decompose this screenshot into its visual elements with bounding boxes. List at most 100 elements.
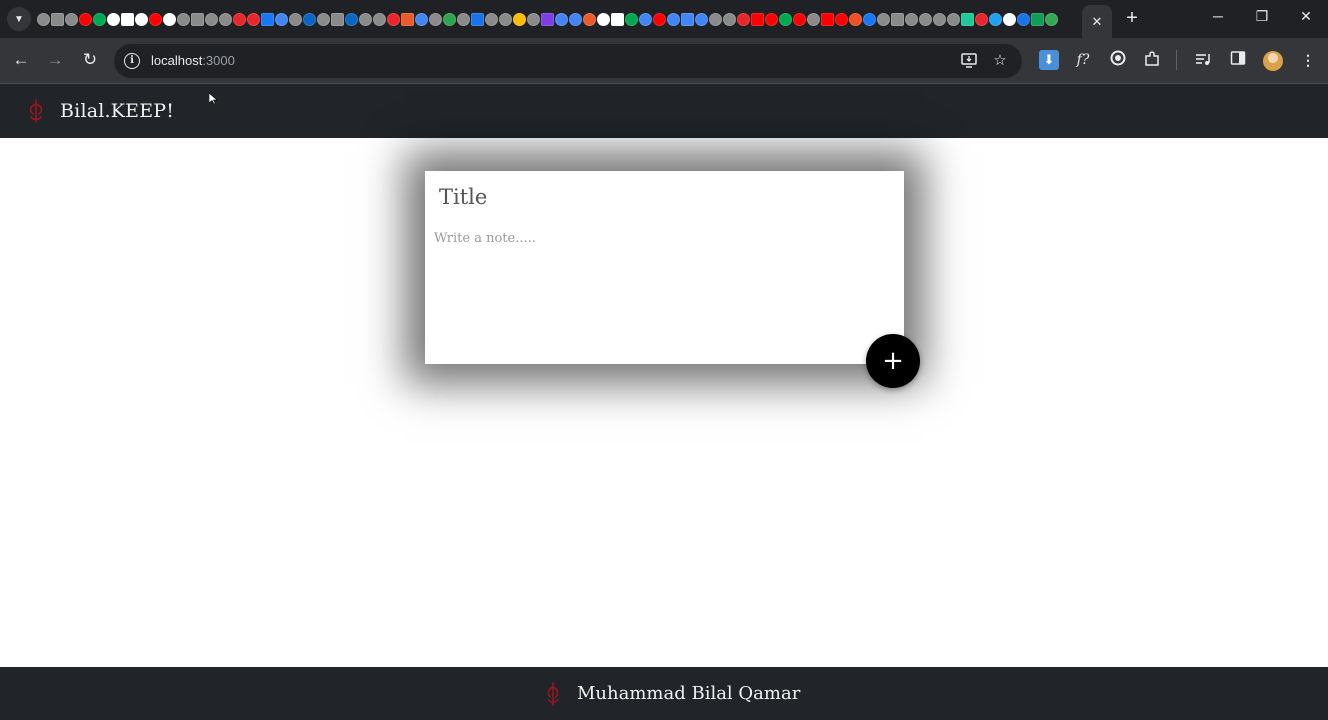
pinned-tab-favicons[interactable]: [37, 11, 1079, 27]
minimize-button[interactable]: ─: [1208, 8, 1228, 24]
restore-button[interactable]: ❐: [1252, 8, 1272, 25]
address-bar[interactable]: i localhost:3000 ☆: [114, 44, 1022, 78]
font-finder-icon[interactable]: f?: [1073, 50, 1093, 70]
pinned-tab-favicon[interactable]: [569, 12, 582, 26]
pinned-tab-favicon[interactable]: [821, 12, 834, 26]
pinned-tab-favicon[interactable]: [135, 12, 148, 26]
pinned-tab-favicon[interactable]: [79, 12, 92, 26]
window-close-button[interactable]: ✕: [1296, 8, 1316, 25]
pinned-tab-favicon[interactable]: [527, 12, 540, 26]
pinned-tab-favicon[interactable]: [289, 12, 302, 26]
pinned-tab-favicon[interactable]: [471, 12, 484, 26]
pinned-tab-favicon[interactable]: [429, 12, 442, 26]
pinned-tab-favicon[interactable]: [359, 12, 372, 26]
pinned-tab-favicon[interactable]: [331, 12, 344, 26]
note-title-input[interactable]: [439, 181, 879, 213]
pinned-tab-favicon[interactable]: [1031, 12, 1044, 26]
pinned-tab-favicon[interactable]: [737, 12, 750, 26]
forward-button[interactable]: →: [44, 49, 66, 71]
pinned-tab-favicon[interactable]: [107, 12, 120, 26]
pinned-tab-favicon[interactable]: [541, 12, 554, 26]
pinned-tab-favicon[interactable]: [303, 12, 316, 26]
pinned-tab-favicon[interactable]: [121, 12, 134, 26]
pinned-tab-favicon[interactable]: [779, 12, 792, 26]
pinned-tab-favicon[interactable]: [681, 12, 694, 26]
pinned-tab-favicon[interactable]: [793, 12, 806, 26]
install-app-icon[interactable]: [959, 51, 979, 71]
pinned-tab-favicon[interactable]: [457, 12, 470, 26]
pinned-tab-favicon[interactable]: [555, 12, 568, 26]
pinned-tab-favicon[interactable]: [485, 12, 498, 26]
pinned-tab-favicon[interactable]: [765, 12, 778, 26]
menu-kebab-icon[interactable]: ⋮: [1298, 50, 1318, 70]
url-text[interactable]: localhost:3000: [151, 53, 235, 68]
download-helper-icon[interactable]: ⬇: [1039, 50, 1059, 70]
pinned-tab-favicon[interactable]: [891, 12, 904, 26]
pinned-tab-favicon[interactable]: [905, 12, 918, 26]
profile-avatar[interactable]: [1263, 51, 1283, 71]
pinned-tab-favicon[interactable]: [177, 12, 190, 26]
pinned-tab-favicon[interactable]: [387, 12, 400, 26]
reload-button[interactable]: ↻: [79, 49, 101, 71]
pinned-tab-favicon[interactable]: [65, 12, 78, 26]
pinned-tab-favicon[interactable]: [205, 12, 218, 26]
pinned-tab-favicon[interactable]: [1003, 12, 1016, 26]
pinned-tab-favicon[interactable]: [947, 12, 960, 26]
pinned-tab-favicon[interactable]: [317, 12, 330, 26]
tab-close-icon[interactable]: ✕: [1092, 14, 1103, 30]
brand-title[interactable]: Bilal.KEEP!: [60, 98, 174, 124]
active-tab[interactable]: ✕: [1082, 5, 1112, 38]
pinned-tab-favicon[interactable]: [751, 12, 764, 26]
pinned-tab-favicon[interactable]: [261, 12, 274, 26]
pinned-tab-favicon[interactable]: [163, 12, 176, 26]
pinned-tab-favicon[interactable]: [639, 12, 652, 26]
pinned-tab-favicon[interactable]: [233, 12, 246, 26]
pinned-tab-favicon[interactable]: [919, 12, 932, 26]
site-info-icon[interactable]: i: [124, 53, 140, 69]
pinned-tab-favicon[interactable]: [807, 12, 820, 26]
pinned-tab-favicon[interactable]: [653, 12, 666, 26]
pinned-tab-favicon[interactable]: [835, 12, 848, 26]
back-button[interactable]: ←: [10, 49, 32, 71]
pinned-tab-favicon[interactable]: [989, 12, 1002, 26]
pinned-tab-favicon[interactable]: [877, 12, 890, 26]
pinned-tab-favicon[interactable]: [247, 12, 260, 26]
pinned-tab-favicon[interactable]: [1017, 12, 1030, 26]
pinned-tab-favicon[interactable]: [401, 12, 414, 26]
pinned-tab-favicon[interactable]: [191, 12, 204, 26]
pinned-tab-favicon[interactable]: [219, 12, 232, 26]
add-note-button[interactable]: +: [866, 334, 920, 388]
tab-search-button[interactable]: ▼: [7, 7, 31, 31]
media-control-icon[interactable]: [1193, 50, 1213, 70]
pinned-tab-favicon[interactable]: [443, 12, 456, 26]
circle-extension-icon[interactable]: [1108, 50, 1128, 70]
pinned-tab-favicon[interactable]: [975, 12, 988, 26]
bookmark-star-icon[interactable]: ☆: [990, 51, 1010, 71]
pinned-tab-favicon[interactable]: [863, 12, 876, 26]
pinned-tab-favicon[interactable]: [961, 12, 974, 26]
puzzle-icon[interactable]: [1142, 50, 1162, 70]
pinned-tab-favicon[interactable]: [611, 12, 624, 26]
pinned-tab-favicon[interactable]: [275, 12, 288, 26]
pinned-tab-favicon[interactable]: [849, 12, 862, 26]
pinned-tab-favicon[interactable]: [51, 12, 64, 26]
pinned-tab-favicon[interactable]: [93, 12, 106, 26]
pinned-tab-favicon[interactable]: [667, 12, 680, 26]
pinned-tab-favicon[interactable]: [583, 12, 596, 26]
side-panel-icon[interactable]: [1228, 50, 1248, 70]
pinned-tab-favicon[interactable]: [415, 12, 428, 26]
pinned-tab-favicon[interactable]: [709, 12, 722, 26]
pinned-tab-favicon[interactable]: [723, 12, 736, 26]
note-body-textarea[interactable]: [434, 231, 894, 351]
pinned-tab-favicon[interactable]: [1045, 12, 1058, 26]
pinned-tab-favicon[interactable]: [513, 12, 526, 26]
pinned-tab-favicon[interactable]: [345, 12, 358, 26]
pinned-tab-favicon[interactable]: [597, 12, 610, 26]
pinned-tab-favicon[interactable]: [37, 12, 50, 26]
pinned-tab-favicon[interactable]: [933, 12, 946, 26]
pinned-tab-favicon[interactable]: [695, 12, 708, 26]
pinned-tab-favicon[interactable]: [149, 12, 162, 26]
pinned-tab-favicon[interactable]: [373, 12, 386, 26]
new-tab-button[interactable]: +: [1122, 8, 1142, 28]
pinned-tab-favicon[interactable]: [499, 12, 512, 26]
